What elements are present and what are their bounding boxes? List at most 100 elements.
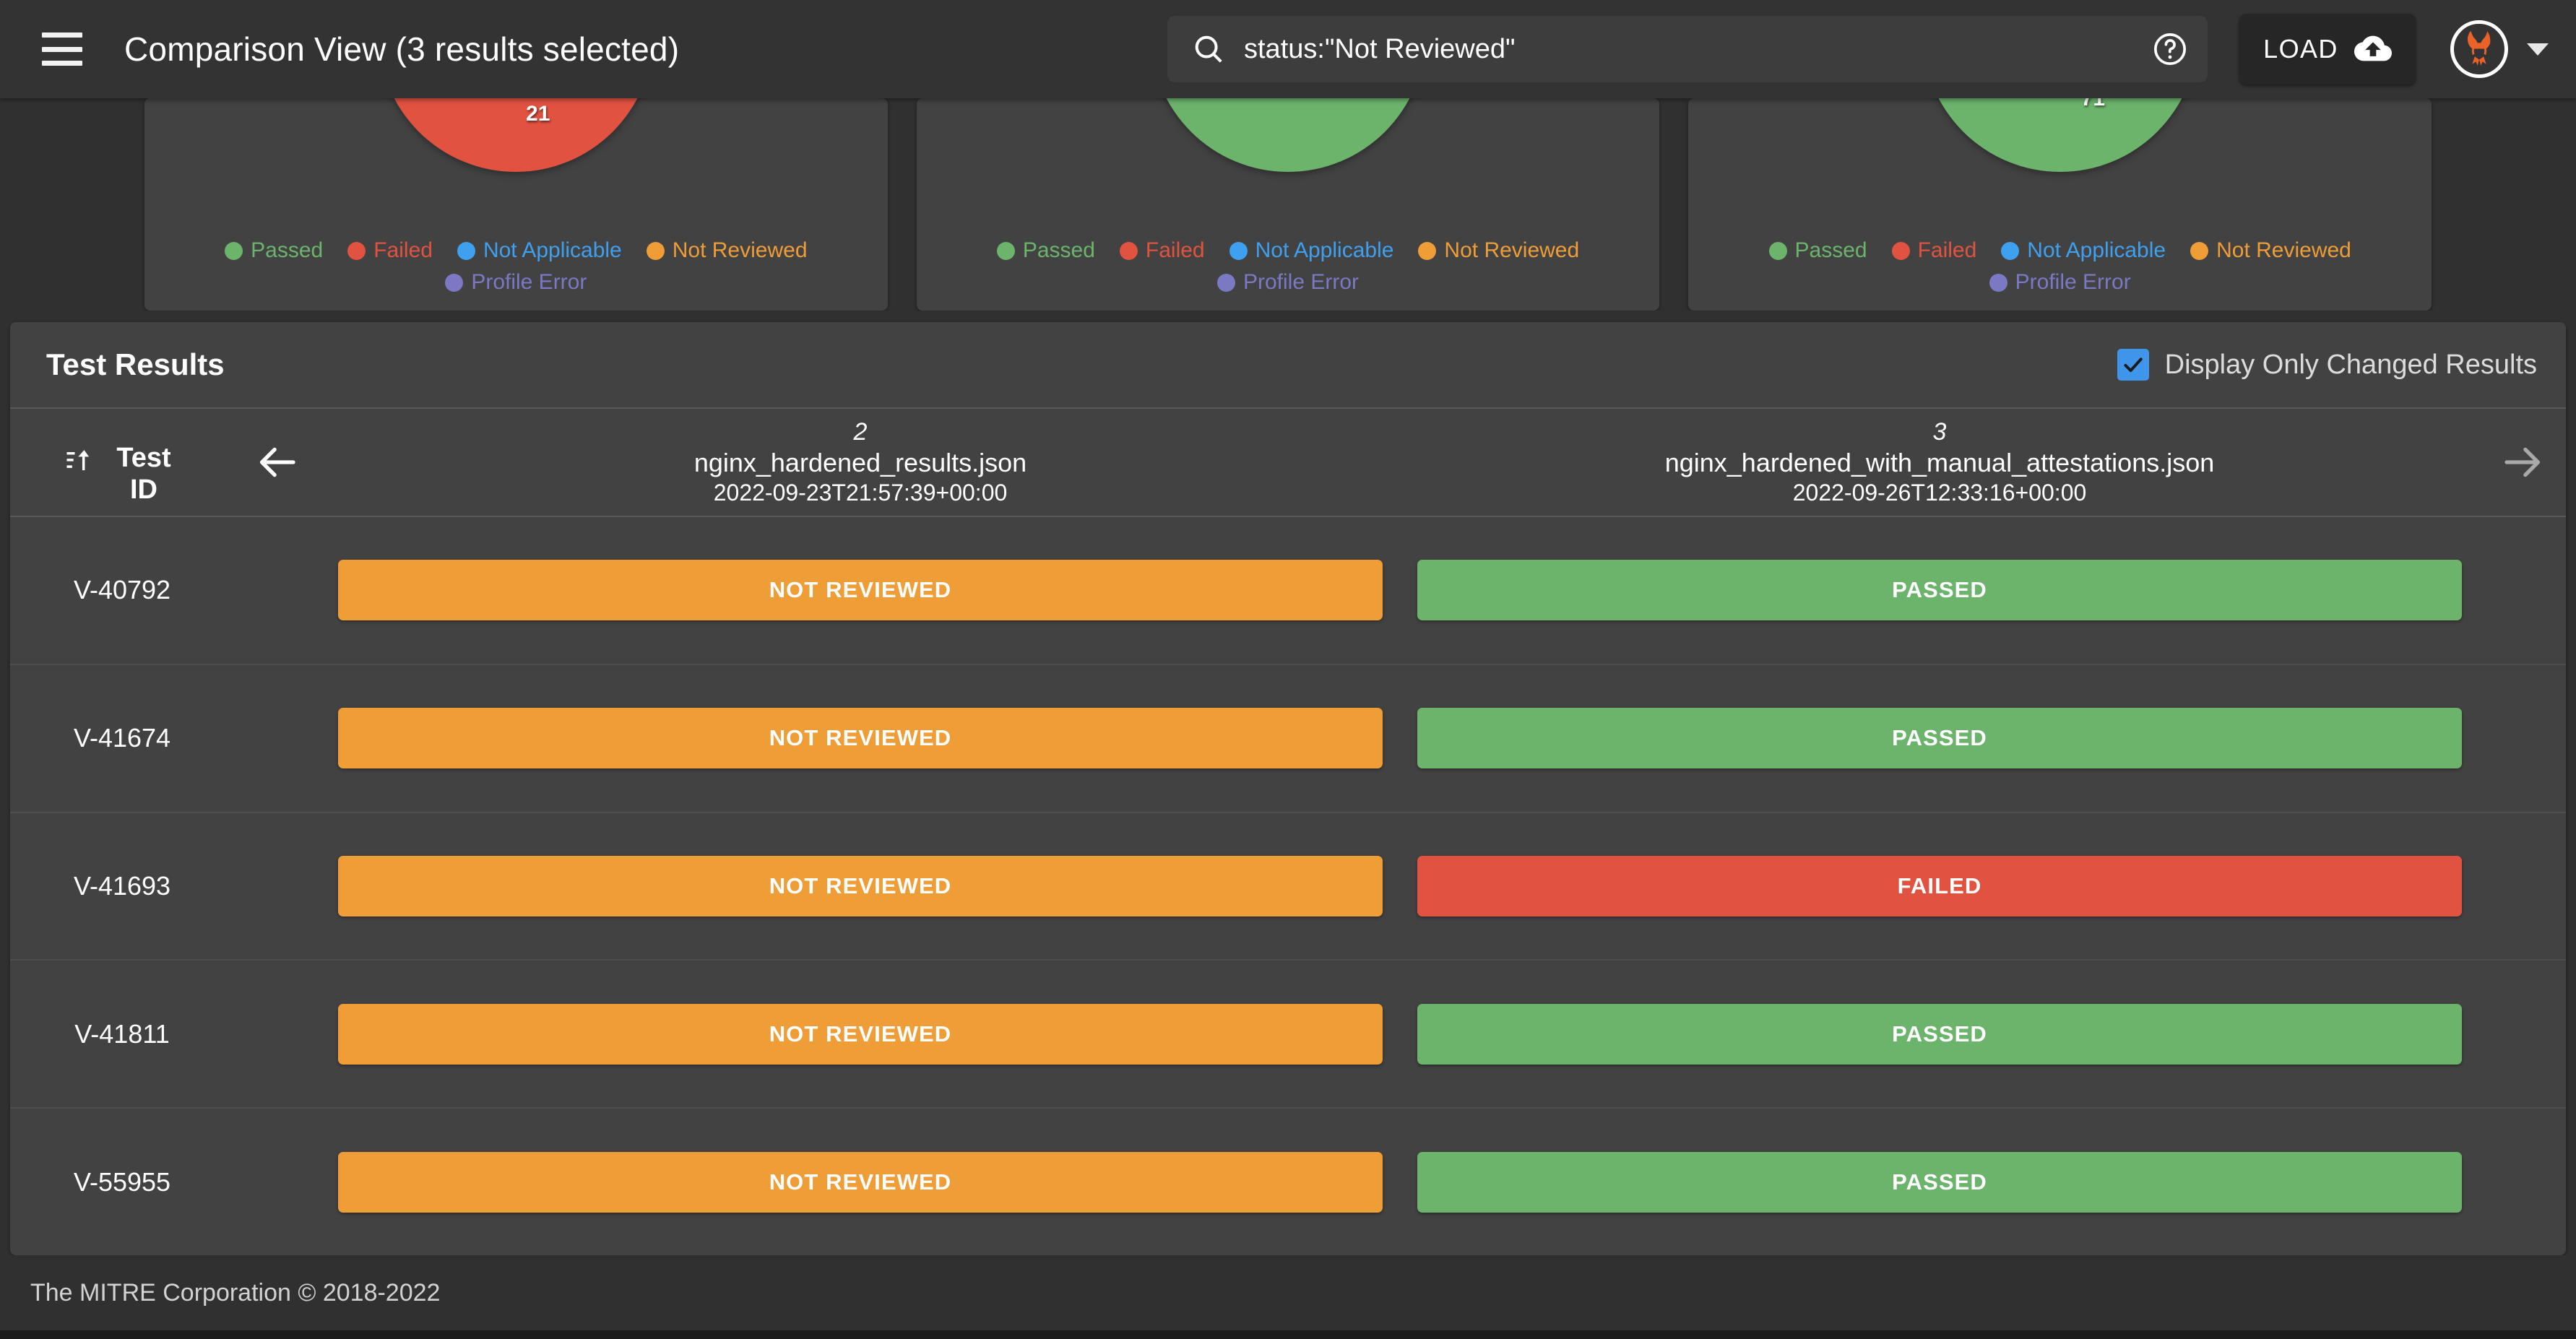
- results-table-body: V-40792 NOT REVIEWED PASSED V-41674 NOT …: [10, 516, 2566, 1255]
- mitre-saf-logo-icon: [2455, 24, 2503, 75]
- status-badge[interactable]: NOT REVIEWED: [338, 856, 1383, 916]
- hamburger-menu-icon[interactable]: [42, 32, 82, 66]
- sort-ascending-icon[interactable]: [63, 444, 95, 476]
- legend-item-profile-error[interactable]: Profile Error: [1989, 270, 2131, 295]
- row-status-cell: NOT REVIEWED: [321, 560, 1400, 620]
- column-filename: nginx_hardened_results.json: [338, 447, 1383, 479]
- legend-item-not-applicable[interactable]: Not Applicable: [1229, 238, 1394, 263]
- column-index: 2: [338, 417, 1383, 447]
- legend-dot-failed: [1892, 242, 1910, 260]
- row-test-id: V-41811: [10, 1019, 234, 1049]
- donut-slices[interactable]: [1923, 98, 2197, 172]
- legend-item-not-applicable[interactable]: Not Applicable: [457, 238, 622, 263]
- table-row: V-41693 NOT REVIEWED FAILED: [10, 812, 2566, 960]
- result-summary-cards: 21 Passed Failed Not Applicable Not Revi…: [0, 98, 2576, 311]
- page-title: Comparison View (3 results selected): [124, 30, 679, 69]
- legend-item-failed[interactable]: Failed: [347, 238, 433, 263]
- summary-card-2: Passed Failed Not Applicable Not Reviewe…: [917, 98, 1660, 311]
- legend-dot-not-reviewed: [1418, 242, 1436, 260]
- changed-results-label: Display Only Changed Results: [2165, 350, 2537, 381]
- legend-label-failed: Failed: [1146, 238, 1205, 263]
- test-id-column-header[interactable]: Test ID: [10, 418, 234, 506]
- legend-label-failed: Failed: [1918, 238, 1977, 263]
- column-timestamp: 2022-09-23T21:57:39+00:00: [338, 479, 1383, 507]
- legend-dot-passed: [997, 242, 1015, 260]
- legend-label-passed: Passed: [1795, 238, 1867, 263]
- legend-item-not-reviewed[interactable]: Not Reviewed: [647, 238, 808, 263]
- table-row: V-40792 NOT REVIEWED PASSED: [10, 516, 2566, 664]
- result-column-header-2: 3 nginx_hardened_with_manual_attestation…: [1400, 417, 2479, 507]
- load-button[interactable]: LOAD: [2239, 14, 2416, 84]
- status-badge[interactable]: PASSED: [1417, 708, 2462, 768]
- legend-item-not-reviewed[interactable]: Not Reviewed: [2190, 238, 2351, 263]
- status-badge[interactable]: PASSED: [1417, 1152, 2462, 1213]
- legend-label-profile-error: Profile Error: [471, 270, 587, 295]
- row-test-id: V-55955: [10, 1167, 234, 1197]
- status-badge[interactable]: FAILED: [1417, 856, 2462, 916]
- load-button-label: LOAD: [2263, 34, 2338, 64]
- next-results-button[interactable]: [2479, 438, 2566, 486]
- copyright-text: The MITRE Corporation © 2018-2022: [30, 1279, 440, 1307]
- column-filename: nginx_hardened_with_manual_attestations.…: [1417, 447, 2462, 479]
- legend-dot-passed: [1769, 242, 1787, 260]
- legend-label-not-reviewed: Not Reviewed: [1444, 238, 1579, 263]
- account-menu[interactable]: [2450, 20, 2549, 78]
- donut-chart-2: [1151, 98, 1425, 172]
- table-row: V-41811 NOT REVIEWED PASSED: [10, 959, 2566, 1107]
- search-bar[interactable]: status:"Not Reviewed": [1167, 16, 2208, 82]
- legend-item-passed[interactable]: Passed: [225, 238, 323, 263]
- status-badge[interactable]: PASSED: [1417, 560, 2462, 620]
- avatar[interactable]: [2450, 20, 2508, 78]
- row-status-cell: FAILED: [1400, 856, 2479, 916]
- previous-results-button[interactable]: [234, 438, 321, 486]
- status-badge[interactable]: NOT REVIEWED: [338, 1152, 1383, 1213]
- row-status-cell: PASSED: [1400, 560, 2479, 620]
- test-results-header: Test Results Display Only Changed Result…: [10, 322, 2566, 407]
- legend-label-passed: Passed: [251, 238, 323, 263]
- legend-label-not-reviewed: Not Reviewed: [673, 238, 808, 263]
- status-badge[interactable]: NOT REVIEWED: [338, 1004, 1383, 1065]
- display-only-changed-results-toggle[interactable]: Display Only Changed Results: [2117, 349, 2537, 381]
- chevron-down-icon[interactable]: [2527, 43, 2549, 56]
- legend-item-failed[interactable]: Failed: [1892, 238, 1977, 263]
- legend-dot-profile-error: [1989, 274, 2007, 292]
- status-badge[interactable]: PASSED: [1417, 1004, 2462, 1065]
- chart-legend-2: Passed Failed Not Applicable Not Reviewe…: [917, 238, 1660, 295]
- legend-item-not-reviewed[interactable]: Not Reviewed: [1418, 238, 1579, 263]
- donut-slices[interactable]: [1151, 98, 1425, 172]
- legend-item-profile-error[interactable]: Profile Error: [445, 270, 587, 295]
- legend-dot-failed: [1120, 242, 1138, 260]
- bottom-strip: [0, 1330, 2576, 1339]
- cloud-upload-icon: [2354, 30, 2392, 69]
- legend-item-profile-error[interactable]: Profile Error: [1217, 270, 1359, 295]
- summary-card-1: 21 Passed Failed Not Applicable Not Revi…: [144, 98, 888, 311]
- chart-legend-3: Passed Failed Not Applicable Not Reviewe…: [1688, 238, 2432, 295]
- column-timestamp: 2022-09-26T12:33:16+00:00: [1417, 479, 2462, 507]
- chart-legend-1: Passed Failed Not Applicable Not Reviewe…: [144, 238, 888, 295]
- row-status-cell: PASSED: [1400, 708, 2479, 768]
- search-icon: [1192, 32, 1225, 66]
- legend-item-passed[interactable]: Passed: [1769, 238, 1867, 263]
- donut-chart-3: 71: [1923, 98, 2197, 172]
- summary-card-3: 71 Passed Failed Not Applicable Not Revi…: [1688, 98, 2432, 311]
- legend-label-passed: Passed: [1023, 238, 1095, 263]
- row-test-id: V-41693: [10, 871, 234, 901]
- help-circle-icon[interactable]: [2151, 30, 2189, 68]
- legend-dot-profile-error: [445, 274, 463, 292]
- row-status-cell: NOT REVIEWED: [321, 708, 1400, 768]
- test-id-header-label: Test ID: [106, 443, 181, 506]
- results-table-header: Test ID 2 nginx_hardened_results.json 20…: [10, 407, 2566, 516]
- legend-item-not-applicable[interactable]: Not Applicable: [2001, 238, 2166, 263]
- legend-dot-profile-error: [1217, 274, 1235, 292]
- donut-slices[interactable]: [379, 98, 653, 172]
- status-badge[interactable]: NOT REVIEWED: [338, 708, 1383, 768]
- row-test-id: V-40792: [10, 575, 234, 605]
- legend-item-passed[interactable]: Passed: [997, 238, 1095, 263]
- legend-item-failed[interactable]: Failed: [1120, 238, 1205, 263]
- legend-label-not-applicable: Not Applicable: [2027, 238, 2166, 263]
- search-input[interactable]: status:"Not Reviewed": [1244, 34, 2151, 65]
- row-status-cell: NOT REVIEWED: [321, 856, 1400, 916]
- status-badge[interactable]: NOT REVIEWED: [338, 560, 1383, 620]
- row-status-cell: NOT REVIEWED: [321, 1152, 1400, 1213]
- changed-results-checkbox[interactable]: [2117, 349, 2149, 381]
